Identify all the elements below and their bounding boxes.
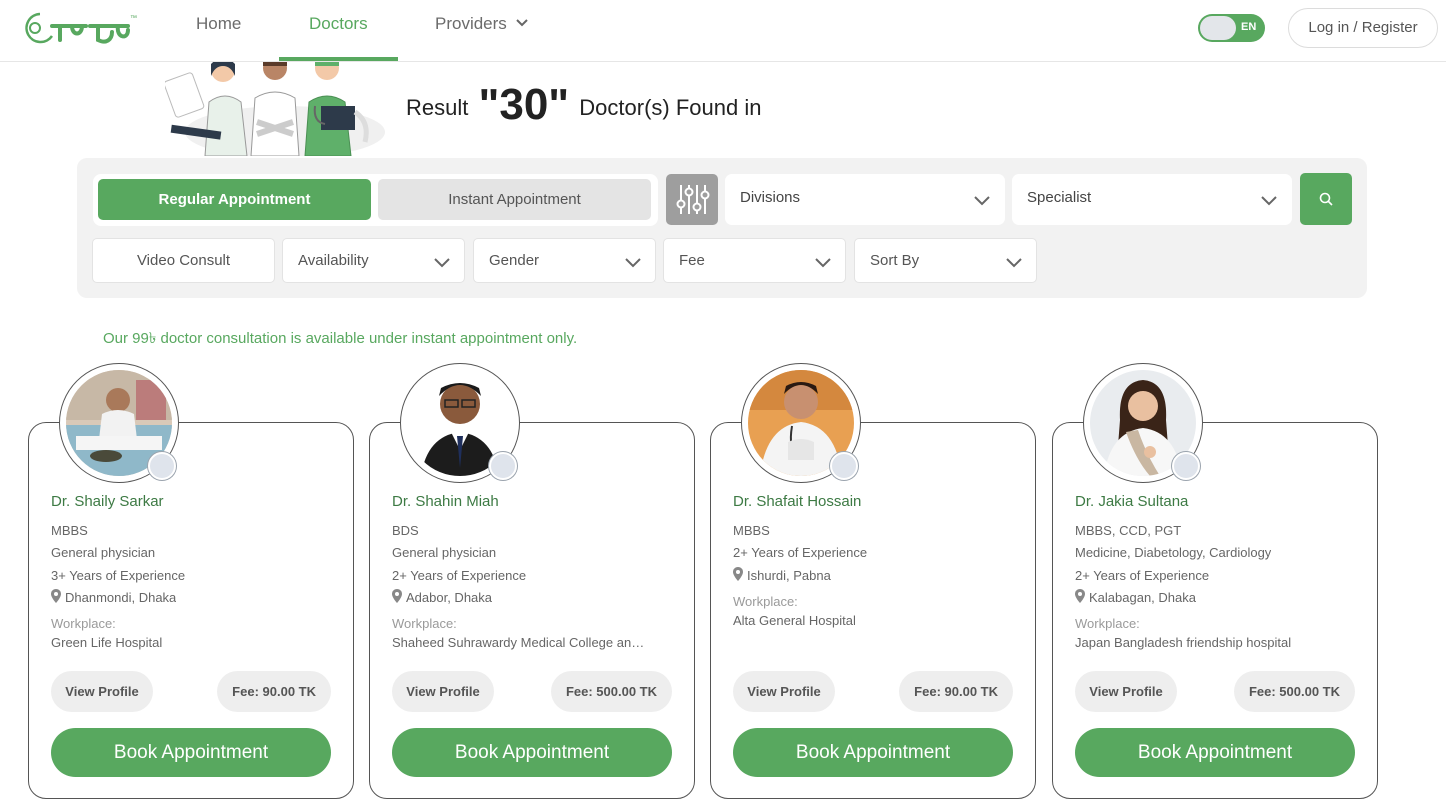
view-profile-button[interactable]: View Profile: [392, 671, 494, 712]
doctor-name[interactable]: Dr. Shafait Hossain: [733, 493, 861, 510]
chevron-down-icon: [434, 258, 450, 268]
doctors-illustration: [165, 62, 385, 156]
doctor-location: Kalabagan, Dhaka: [1089, 590, 1196, 605]
fee-select[interactable]: Fee: [663, 238, 846, 283]
divisions-label: Divisions: [740, 189, 801, 206]
instant-appointment-notice: Our 99৳ doctor consultation is available…: [103, 330, 578, 347]
doctor-location: Dhanmondi, Dhaka: [65, 590, 177, 605]
book-appointment-button[interactable]: Book Appointment: [51, 728, 331, 777]
doctor-card: Dr. Shahin Miah BDS General physician 2+…: [369, 422, 695, 799]
online-status-dot: [830, 452, 858, 480]
doctor-avatar[interactable]: [741, 363, 861, 483]
filter-toggle-button[interactable]: [666, 174, 718, 225]
doctor-degree: MBBS: [51, 523, 88, 538]
workplace-label: Workplace:: [733, 594, 798, 609]
fee-badge: Fee: 90.00 TK: [217, 671, 331, 712]
svg-text:™: ™: [130, 15, 137, 22]
doctor-card: Dr. Jakia Sultana MBBS, CCD, PGT Medicin…: [1052, 422, 1378, 799]
chevron-down-icon: [1006, 258, 1022, 268]
doctor-experience: 2+ Years of Experience: [392, 568, 527, 583]
workplace-label: Workplace:: [1075, 616, 1140, 631]
view-profile-button[interactable]: View Profile: [1075, 671, 1177, 712]
doctor-experience: 2+ Years of Experience: [733, 545, 868, 560]
fee-label: Fee: [679, 252, 705, 269]
chevron-down-icon: [974, 196, 990, 206]
specialist-select[interactable]: Specialist: [1012, 174, 1292, 225]
doctor-workplace: Shaheed Suhrawardy Medical College and…: [392, 635, 648, 650]
result-heading: Result "30" Doctor(s) Found in: [406, 80, 761, 130]
doctor-experience: 3+ Years of Experience: [51, 568, 186, 583]
instant-appointment-tab[interactable]: Instant Appointment: [378, 179, 651, 220]
doctor-name[interactable]: Dr. Shaily Sarkar: [51, 493, 164, 510]
online-status-dot: [489, 452, 517, 480]
top-navbar: ™ Home Doctors Providers EN Log in / Reg…: [0, 0, 1446, 62]
sort-by-label: Sort By: [870, 252, 920, 269]
doctor-name[interactable]: Dr. Shahin Miah: [392, 493, 499, 510]
doctor-degree: MBBS: [733, 523, 770, 538]
doctor-specialty: General physician: [392, 545, 497, 560]
book-appointment-button[interactable]: Book Appointment: [392, 728, 672, 777]
doctor-degree: MBBS, CCD, PGT: [1075, 523, 1182, 538]
nav-doctors[interactable]: Doctors: [309, 14, 368, 34]
view-profile-button[interactable]: View Profile: [733, 671, 835, 712]
result-prefix: Result: [406, 95, 469, 120]
doctor-card: Dr. Shaily Sarkar MBBS General physician…: [28, 422, 354, 799]
divisions-select[interactable]: Divisions: [725, 174, 1005, 225]
nav-providers[interactable]: Providers: [435, 14, 507, 34]
language-label: EN: [1241, 21, 1257, 33]
doctor-workplace: Green Life Hospital: [51, 635, 163, 650]
search-icon: [1319, 192, 1333, 206]
nav-active-indicator: [279, 57, 398, 61]
fee-badge: Fee: 500.00 TK: [1233, 671, 1355, 712]
search-button[interactable]: [1300, 173, 1352, 225]
doctor-avatar[interactable]: [59, 363, 179, 483]
doctor-name[interactable]: Dr. Jakia Sultana: [1075, 493, 1188, 510]
regular-appointment-tab[interactable]: Regular Appointment: [98, 179, 371, 220]
availability-select[interactable]: Availability: [282, 238, 465, 283]
doctor-experience: 2+ Years of Experience: [1075, 568, 1210, 583]
gender-label: Gender: [489, 252, 540, 269]
workplace-label: Workplace:: [392, 616, 457, 631]
doctor-location: Ishurdi, Pabna: [747, 568, 831, 583]
doctor-degree: BDS: [392, 523, 419, 538]
login-register-button[interactable]: Log in / Register: [1288, 8, 1438, 48]
language-toggle[interactable]: EN: [1198, 14, 1265, 42]
sliders-icon: [676, 185, 710, 214]
result-count: "30": [478, 80, 570, 129]
doctor-location: Adabor, Dhaka: [406, 590, 493, 605]
chevron-down-icon: [815, 258, 831, 268]
sort-by-select[interactable]: Sort By: [854, 238, 1037, 283]
doctor-workplace: Alta General Hospital: [733, 613, 856, 628]
chevron-down-icon: [625, 258, 641, 268]
result-suffix: Doctor(s) Found in: [579, 95, 762, 120]
book-appointment-button[interactable]: Book Appointment: [1075, 728, 1355, 777]
doctor-specialty: Medicine, Diabetology, Cardiology: [1075, 545, 1272, 560]
video-consult-filter[interactable]: Video Consult: [92, 238, 275, 283]
availability-label: Availability: [298, 252, 369, 269]
doctor-specialty: General physician: [51, 545, 156, 560]
nav-home[interactable]: Home: [196, 14, 241, 34]
book-appointment-button[interactable]: Book Appointment: [733, 728, 1013, 777]
specialist-label: Specialist: [1027, 189, 1092, 206]
online-status-dot: [1172, 452, 1200, 480]
chevron-down-icon[interactable]: [515, 16, 529, 30]
view-profile-button[interactable]: View Profile: [51, 671, 153, 712]
fee-badge: Fee: 500.00 TK: [550, 671, 672, 712]
online-status-dot: [148, 452, 176, 480]
fee-badge: Fee: 90.00 TK: [899, 671, 1013, 712]
doctor-workplace: Japan Bangladesh friendship hospital: [1075, 635, 1292, 650]
brand-logo[interactable]: ™: [22, 6, 138, 46]
doctor-avatar[interactable]: [1083, 363, 1203, 483]
doctor-avatar[interactable]: [400, 363, 520, 483]
workplace-label: Workplace:: [51, 616, 116, 631]
doctor-card: Dr. Shafait Hossain MBBS 2+ Years of Exp…: [710, 422, 1036, 799]
toggle-knob: [1200, 16, 1236, 40]
gender-select[interactable]: Gender: [473, 238, 656, 283]
chevron-down-icon: [1261, 196, 1277, 206]
